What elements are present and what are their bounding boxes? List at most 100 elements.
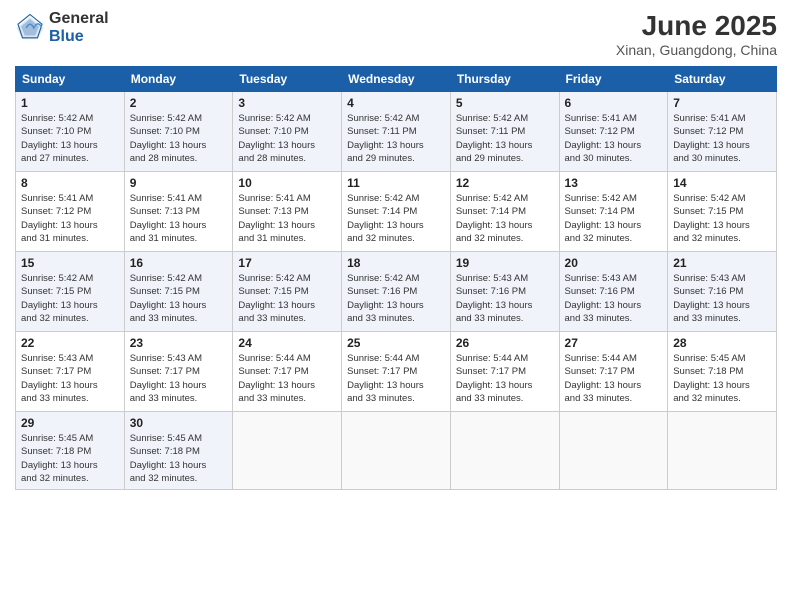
calendar-cell: 24 Sunrise: 5:44 AM Sunset: 7:17 PM Dayl…: [233, 332, 342, 412]
calendar-cell: 7 Sunrise: 5:41 AM Sunset: 7:12 PM Dayli…: [668, 92, 777, 172]
month-title: June 2025: [616, 10, 777, 42]
calendar-cell: 27 Sunrise: 5:44 AM Sunset: 7:17 PM Dayl…: [559, 332, 668, 412]
day-number: 29: [21, 416, 119, 430]
day-number: 9: [130, 176, 228, 190]
calendar-week-2: 8 Sunrise: 5:41 AM Sunset: 7:12 PM Dayli…: [16, 172, 777, 252]
calendar-cell: [342, 412, 451, 490]
calendar-cell: 28 Sunrise: 5:45 AM Sunset: 7:18 PM Dayl…: [668, 332, 777, 412]
calendar-cell: 13 Sunrise: 5:42 AM Sunset: 7:14 PM Dayl…: [559, 172, 668, 252]
day-number: 7: [673, 96, 771, 110]
calendar-cell: [559, 412, 668, 490]
col-sunday: Sunday: [16, 67, 125, 92]
day-info: Sunrise: 5:44 AM Sunset: 7:17 PM Dayligh…: [347, 352, 445, 405]
logo-blue: Blue: [49, 28, 109, 46]
day-number: 18: [347, 256, 445, 270]
day-number: 26: [456, 336, 554, 350]
day-info: Sunrise: 5:43 AM Sunset: 7:17 PM Dayligh…: [130, 352, 228, 405]
calendar-cell: [233, 412, 342, 490]
calendar-cell: 29 Sunrise: 5:45 AM Sunset: 7:18 PM Dayl…: [16, 412, 125, 490]
day-number: 16: [130, 256, 228, 270]
calendar-cell: 12 Sunrise: 5:42 AM Sunset: 7:14 PM Dayl…: [450, 172, 559, 252]
calendar-header-row: Sunday Monday Tuesday Wednesday Thursday…: [16, 67, 777, 92]
day-info: Sunrise: 5:42 AM Sunset: 7:14 PM Dayligh…: [347, 192, 445, 245]
day-number: 1: [21, 96, 119, 110]
day-info: Sunrise: 5:43 AM Sunset: 7:16 PM Dayligh…: [456, 272, 554, 325]
day-info: Sunrise: 5:42 AM Sunset: 7:15 PM Dayligh…: [673, 192, 771, 245]
calendar-cell: 25 Sunrise: 5:44 AM Sunset: 7:17 PM Dayl…: [342, 332, 451, 412]
day-number: 19: [456, 256, 554, 270]
calendar-cell: 17 Sunrise: 5:42 AM Sunset: 7:15 PM Dayl…: [233, 252, 342, 332]
page: General Blue June 2025 Xinan, Guangdong,…: [0, 0, 792, 612]
day-number: 11: [347, 176, 445, 190]
day-number: 10: [238, 176, 336, 190]
day-number: 15: [21, 256, 119, 270]
day-number: 4: [347, 96, 445, 110]
day-number: 12: [456, 176, 554, 190]
day-number: 17: [238, 256, 336, 270]
calendar-cell: 2 Sunrise: 5:42 AM Sunset: 7:10 PM Dayli…: [124, 92, 233, 172]
calendar-cell: [450, 412, 559, 490]
day-number: 30: [130, 416, 228, 430]
logo-icon: [15, 13, 45, 43]
calendar-cell: 19 Sunrise: 5:43 AM Sunset: 7:16 PM Dayl…: [450, 252, 559, 332]
calendar-cell: 6 Sunrise: 5:41 AM Sunset: 7:12 PM Dayli…: [559, 92, 668, 172]
logo: General Blue: [15, 10, 109, 45]
day-info: Sunrise: 5:43 AM Sunset: 7:17 PM Dayligh…: [21, 352, 119, 405]
day-number: 22: [21, 336, 119, 350]
calendar-week-4: 22 Sunrise: 5:43 AM Sunset: 7:17 PM Dayl…: [16, 332, 777, 412]
day-info: Sunrise: 5:41 AM Sunset: 7:12 PM Dayligh…: [565, 112, 663, 165]
day-info: Sunrise: 5:41 AM Sunset: 7:13 PM Dayligh…: [238, 192, 336, 245]
day-number: 2: [130, 96, 228, 110]
calendar-week-1: 1 Sunrise: 5:42 AM Sunset: 7:10 PM Dayli…: [16, 92, 777, 172]
calendar-cell: 9 Sunrise: 5:41 AM Sunset: 7:13 PM Dayli…: [124, 172, 233, 252]
day-number: 14: [673, 176, 771, 190]
day-info: Sunrise: 5:42 AM Sunset: 7:15 PM Dayligh…: [238, 272, 336, 325]
calendar-cell: 11 Sunrise: 5:42 AM Sunset: 7:14 PM Dayl…: [342, 172, 451, 252]
calendar-cell: 18 Sunrise: 5:42 AM Sunset: 7:16 PM Dayl…: [342, 252, 451, 332]
day-info: Sunrise: 5:44 AM Sunset: 7:17 PM Dayligh…: [456, 352, 554, 405]
col-wednesday: Wednesday: [342, 67, 451, 92]
calendar-cell: 23 Sunrise: 5:43 AM Sunset: 7:17 PM Dayl…: [124, 332, 233, 412]
calendar-cell: 10 Sunrise: 5:41 AM Sunset: 7:13 PM Dayl…: [233, 172, 342, 252]
col-tuesday: Tuesday: [233, 67, 342, 92]
day-info: Sunrise: 5:44 AM Sunset: 7:17 PM Dayligh…: [565, 352, 663, 405]
day-info: Sunrise: 5:45 AM Sunset: 7:18 PM Dayligh…: [673, 352, 771, 405]
day-info: Sunrise: 5:41 AM Sunset: 7:12 PM Dayligh…: [673, 112, 771, 165]
calendar-table: Sunday Monday Tuesday Wednesday Thursday…: [15, 66, 777, 490]
day-number: 3: [238, 96, 336, 110]
day-number: 5: [456, 96, 554, 110]
location: Xinan, Guangdong, China: [616, 42, 777, 58]
day-info: Sunrise: 5:42 AM Sunset: 7:15 PM Dayligh…: [130, 272, 228, 325]
col-friday: Friday: [559, 67, 668, 92]
day-number: 28: [673, 336, 771, 350]
calendar-cell: 3 Sunrise: 5:42 AM Sunset: 7:10 PM Dayli…: [233, 92, 342, 172]
day-info: Sunrise: 5:43 AM Sunset: 7:16 PM Dayligh…: [565, 272, 663, 325]
calendar-week-3: 15 Sunrise: 5:42 AM Sunset: 7:15 PM Dayl…: [16, 252, 777, 332]
col-thursday: Thursday: [450, 67, 559, 92]
col-monday: Monday: [124, 67, 233, 92]
calendar-cell: 8 Sunrise: 5:41 AM Sunset: 7:12 PM Dayli…: [16, 172, 125, 252]
day-number: 20: [565, 256, 663, 270]
col-saturday: Saturday: [668, 67, 777, 92]
calendar-cell: 14 Sunrise: 5:42 AM Sunset: 7:15 PM Dayl…: [668, 172, 777, 252]
day-info: Sunrise: 5:41 AM Sunset: 7:13 PM Dayligh…: [130, 192, 228, 245]
calendar-cell: 16 Sunrise: 5:42 AM Sunset: 7:15 PM Dayl…: [124, 252, 233, 332]
day-number: 21: [673, 256, 771, 270]
day-number: 13: [565, 176, 663, 190]
day-info: Sunrise: 5:42 AM Sunset: 7:15 PM Dayligh…: [21, 272, 119, 325]
calendar-cell: 26 Sunrise: 5:44 AM Sunset: 7:17 PM Dayl…: [450, 332, 559, 412]
calendar-cell: 30 Sunrise: 5:45 AM Sunset: 7:18 PM Dayl…: [124, 412, 233, 490]
day-number: 25: [347, 336, 445, 350]
day-info: Sunrise: 5:43 AM Sunset: 7:16 PM Dayligh…: [673, 272, 771, 325]
day-number: 27: [565, 336, 663, 350]
day-info: Sunrise: 5:44 AM Sunset: 7:17 PM Dayligh…: [238, 352, 336, 405]
day-info: Sunrise: 5:45 AM Sunset: 7:18 PM Dayligh…: [130, 432, 228, 485]
calendar-cell: 1 Sunrise: 5:42 AM Sunset: 7:10 PM Dayli…: [16, 92, 125, 172]
calendar-cell: 21 Sunrise: 5:43 AM Sunset: 7:16 PM Dayl…: [668, 252, 777, 332]
day-number: 24: [238, 336, 336, 350]
day-info: Sunrise: 5:42 AM Sunset: 7:14 PM Dayligh…: [456, 192, 554, 245]
day-info: Sunrise: 5:42 AM Sunset: 7:16 PM Dayligh…: [347, 272, 445, 325]
header: General Blue June 2025 Xinan, Guangdong,…: [15, 10, 777, 58]
day-number: 8: [21, 176, 119, 190]
logo-text: General Blue: [49, 10, 109, 45]
